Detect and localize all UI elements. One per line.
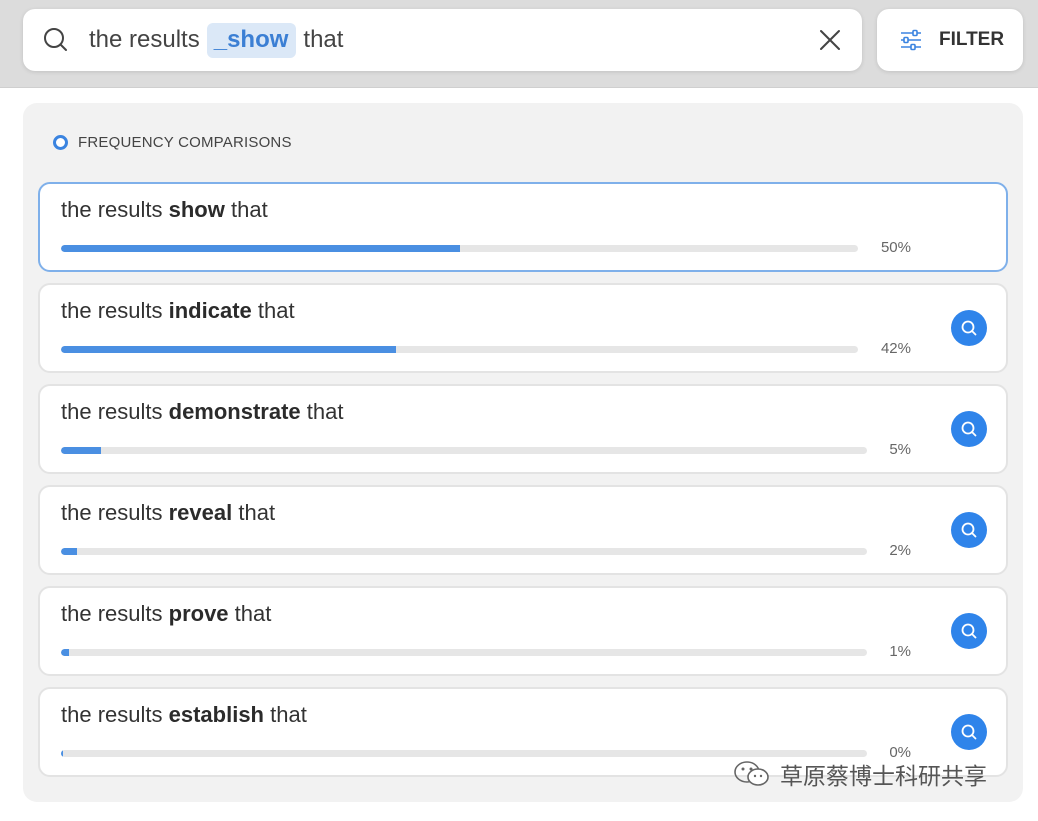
filter-label: FILTER [939, 29, 1005, 50]
ring-icon [53, 134, 68, 150]
frequency-bar [61, 245, 858, 252]
phrase-before: the results [61, 399, 163, 424]
phrase-word: demonstrate [168, 399, 301, 424]
search-box[interactable]: the results _show that [23, 9, 862, 71]
frequency-percent: 50% [880, 239, 911, 256]
result-phrase: the results reveal that [61, 500, 275, 526]
phrase-after: that [234, 601, 272, 626]
frequency-bar [61, 548, 867, 555]
lookup-button[interactable] [951, 613, 987, 649]
watermark: 草原蔡博士科研共享 [732, 757, 987, 791]
phrase-before: the results [61, 197, 163, 222]
query-prefix: the results [89, 26, 200, 53]
frequency-percent: 42% [880, 340, 911, 357]
lookup-button[interactable] [951, 310, 987, 346]
query-suffix: that [303, 26, 344, 53]
frequency-bar [61, 447, 867, 454]
frequency-bar [61, 750, 867, 757]
search-icon [961, 522, 977, 538]
phrase-word: establish [168, 702, 264, 727]
frequency-bar-fill [61, 649, 70, 656]
search-icon [44, 28, 67, 51]
phrase-before: the results [61, 500, 163, 525]
result-phrase: the results indicate that [61, 298, 295, 324]
wechat-logo-icon [734, 761, 769, 786]
section-title: FREQUENCY COMPARISONS [78, 133, 292, 151]
search-icon [961, 320, 977, 336]
frequency-percent: 1% [889, 643, 911, 660]
filter-button[interactable]: FILTER [877, 9, 1023, 71]
frequency-bar-fill [61, 750, 64, 757]
frequency-bar-fill [61, 346, 396, 353]
lookup-button[interactable] [951, 512, 987, 548]
search-icon [961, 421, 977, 437]
result-card[interactable]: the results indicate that 42% [38, 283, 1008, 373]
close-icon[interactable] [818, 28, 842, 52]
sliders-icon [901, 29, 921, 51]
lookup-button[interactable] [951, 411, 987, 447]
frequency-bar-fill [61, 245, 460, 252]
result-phrase: the results establish that [61, 702, 307, 728]
frequency-bar-fill [61, 447, 102, 454]
phrase-after: that [306, 399, 344, 424]
search-icon [961, 724, 977, 740]
phrase-after: that [238, 500, 276, 525]
phrase-after: that [257, 298, 295, 323]
result-phrase: the results show that [61, 197, 268, 223]
watermark-text: 草原蔡博士科研共享 [780, 763, 987, 789]
lookup-button[interactable] [951, 714, 987, 750]
result-phrase: the results prove that [61, 601, 271, 627]
result-card[interactable]: the results prove that 1% [38, 586, 1008, 676]
result-phrase: the results demonstrate that [61, 399, 344, 425]
phrase-before: the results [61, 702, 163, 727]
result-card[interactable]: the results reveal that 2% [38, 485, 1008, 575]
phrase-word: prove [168, 601, 229, 626]
frequency-bar [61, 649, 867, 656]
frequency-percent: 2% [889, 542, 911, 559]
phrase-word: indicate [168, 298, 252, 323]
frequency-bar-fill [61, 548, 78, 555]
frequency-bar [61, 346, 858, 353]
search-icon [961, 623, 977, 639]
section-header: FREQUENCY COMPARISONS [53, 132, 292, 152]
result-card[interactable]: the results show that 50% [38, 182, 1008, 272]
phrase-before: the results [61, 298, 163, 323]
query-chip[interactable]: _show [206, 22, 297, 58]
phrase-after: that [270, 702, 307, 727]
result-card[interactable]: the results demonstrate that 5% [38, 384, 1008, 474]
frequency-percent: 5% [889, 441, 911, 458]
phrase-after: that [230, 197, 268, 222]
phrase-before: the results [61, 601, 163, 626]
phrase-word: show [168, 197, 225, 222]
phrase-word: reveal [168, 500, 233, 525]
top-bar: the results _show that FILTER [0, 0, 1038, 88]
search-query[interactable]: the results _show that [89, 9, 343, 71]
